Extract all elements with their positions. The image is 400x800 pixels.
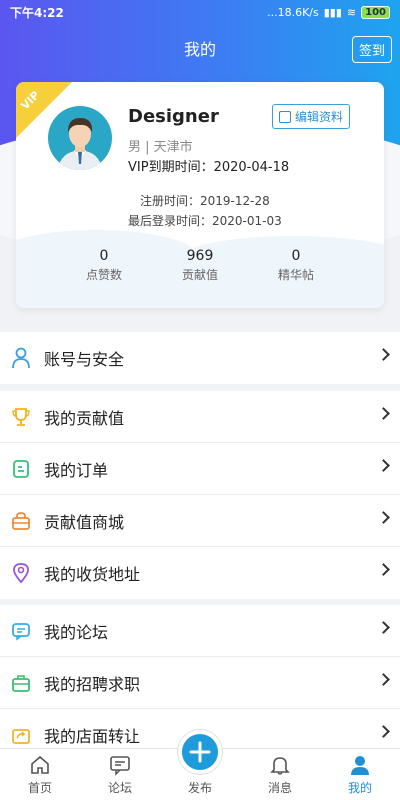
menu-item-account-security[interactable]: 账号与安全	[0, 332, 400, 384]
menu-item-shipping-address[interactable]: 我的收货地址	[0, 547, 400, 599]
chevron-right-icon	[377, 563, 390, 576]
user-icon	[10, 347, 32, 369]
battery-icon: 100	[361, 5, 390, 19]
edit-profile-button[interactable]: 编辑资料	[272, 104, 351, 129]
stat-featured-posts[interactable]: 0 精华帖	[248, 248, 344, 283]
menu-label: 我的贡献值	[44, 408, 125, 428]
network-speed: ...18.6K/s	[267, 5, 319, 19]
stat-value: 0	[291, 248, 301, 264]
menu-item-my-forum[interactable]: 我的论坛	[0, 605, 400, 657]
forum-icon	[10, 620, 32, 642]
vip-expire-time: VIP到期时间：2020-04-18	[128, 160, 290, 175]
menu-item-my-contribution[interactable]: 我的贡献值	[0, 391, 400, 443]
stat-label: 点赞数	[85, 268, 122, 282]
stat-value: 969	[186, 248, 214, 264]
chevron-right-icon	[377, 407, 390, 420]
menu-label: 账号与安全	[44, 350, 125, 369]
plus-icon	[189, 741, 211, 763]
avatar-person-icon	[58, 118, 102, 170]
tab-messages[interactable]: 消息	[240, 749, 320, 800]
tab-label: 发布	[187, 781, 212, 795]
location-icon	[10, 562, 32, 584]
page-title: 我的	[183, 40, 216, 59]
menu-item-contribution-mall[interactable]: 贡献值商城	[0, 495, 400, 547]
stat-likes[interactable]: 0 点赞数	[56, 248, 152, 283]
chevron-right-icon	[377, 621, 390, 634]
tab-forum[interactable]: 论坛	[80, 749, 160, 800]
bell-icon	[268, 753, 292, 777]
top-bar: 我的 签到	[0, 30, 400, 66]
stat-value: 0	[99, 248, 109, 264]
menu-item-my-orders[interactable]: 我的订单	[0, 443, 400, 495]
profile-stats: 0 点赞数 969 贡献值 0 精华帖	[16, 248, 384, 283]
menu-label: 我的店面转让	[44, 727, 141, 746]
menu-item-recruitment[interactable]: 我的招聘求职	[0, 657, 400, 709]
menu-group-account: 账号与安全	[0, 332, 400, 384]
stat-contribution[interactable]: 969 贡献值	[152, 248, 248, 283]
tab-mine[interactable]: 我的	[320, 749, 400, 800]
last-login-time: 最后登录时间：2020-01-03	[128, 214, 282, 228]
avatar[interactable]	[48, 106, 112, 170]
order-icon	[10, 458, 32, 480]
status-bar: 下午4:22 ...18.6K/s ▮▮▮ ≋ 100	[0, 0, 400, 24]
edit-icon	[279, 110, 291, 123]
transfer-icon	[10, 724, 32, 746]
stat-label: 贡献值	[181, 268, 218, 282]
chevron-right-icon	[377, 673, 390, 686]
chevron-right-icon	[377, 511, 390, 524]
shop-bag-icon	[10, 510, 32, 532]
chevron-right-icon	[377, 459, 390, 472]
register-time: 注册时间：2019-12-28	[140, 194, 270, 208]
tab-home[interactable]: 首页	[0, 749, 80, 800]
chevron-right-icon	[377, 725, 390, 738]
briefcase-icon	[10, 672, 32, 694]
home-icon	[28, 753, 52, 777]
signin-button[interactable]: 签到	[351, 36, 392, 63]
publish-button[interactable]	[178, 730, 222, 774]
menu-label: 我的收货地址	[44, 565, 141, 584]
menu-label: 我的招聘求职	[44, 674, 141, 694]
person-icon	[348, 753, 372, 777]
edit-profile-label: 编辑资料	[295, 110, 344, 124]
profile-card: VIP Designer 编辑资料 男 | 天津市 VIP到期时间：2020-0…	[16, 82, 384, 308]
menu-label: 我的论坛	[44, 622, 109, 642]
stat-label: 精华帖	[277, 268, 314, 282]
gender-city: 男 | 天津市	[128, 140, 193, 155]
menu-label: 贡献值商城	[44, 512, 125, 532]
tab-label: 消息	[267, 781, 292, 795]
status-time: 下午4:22	[10, 5, 64, 20]
menu-group-contribution: 我的贡献值 我的订单 贡献值商城 我的收货地址	[0, 391, 400, 599]
signal-icon: ▮▮▮	[323, 5, 342, 19]
trophy-icon	[10, 406, 32, 428]
tab-label: 我的	[347, 781, 372, 795]
tab-label: 论坛	[107, 781, 132, 795]
user-name: Designer	[128, 106, 219, 127]
forum-icon	[108, 753, 132, 777]
wifi-icon: ≋	[346, 5, 357, 19]
menu-label: 我的订单	[44, 460, 109, 480]
chevron-right-icon	[377, 348, 390, 361]
tab-label: 首页	[27, 781, 52, 795]
